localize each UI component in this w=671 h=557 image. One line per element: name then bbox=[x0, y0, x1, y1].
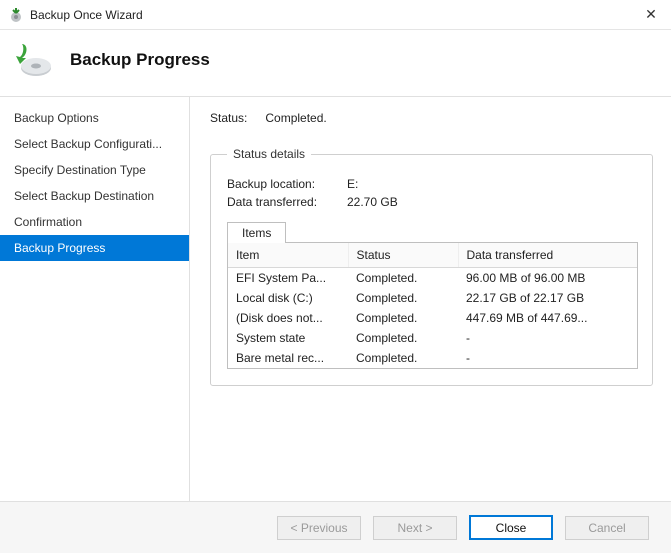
table-row[interactable]: Local disk (C:) Completed. 22.17 GB of 2… bbox=[228, 288, 637, 308]
nav-backup-progress[interactable]: Backup Progress bbox=[0, 235, 189, 261]
cell-status: Completed. bbox=[348, 308, 458, 328]
data-transferred-value: 22.70 GB bbox=[347, 195, 398, 209]
close-button[interactable]: Close bbox=[469, 515, 553, 540]
window-title: Backup Once Wizard bbox=[30, 8, 637, 22]
backup-location-value: E: bbox=[347, 177, 358, 191]
backup-location-label: Backup location: bbox=[227, 177, 337, 191]
wizard-nav: Backup Options Select Backup Configurati… bbox=[0, 97, 190, 501]
wizard-main: Status: Completed. Status details Backup… bbox=[190, 97, 671, 501]
cell-status: Completed. bbox=[348, 328, 458, 348]
cell-xfer: 96.00 MB of 96.00 MB bbox=[458, 268, 637, 289]
data-transferred-label: Data transferred: bbox=[227, 195, 337, 209]
items-table-wrap: Item Status Data transferred EFI System … bbox=[227, 242, 638, 369]
nav-specify-destination-type[interactable]: Specify Destination Type bbox=[0, 157, 189, 183]
cell-status: Completed. bbox=[348, 288, 458, 308]
previous-button: < Previous bbox=[277, 516, 361, 540]
page-title: Backup Progress bbox=[70, 50, 210, 70]
cell-item: EFI System Pa... bbox=[228, 268, 348, 289]
wizard-footer: < Previous Next > Close Cancel bbox=[0, 501, 671, 553]
close-icon[interactable]: ✕ bbox=[637, 4, 665, 25]
nav-backup-options[interactable]: Backup Options bbox=[0, 105, 189, 131]
tab-items[interactable]: Items bbox=[227, 222, 286, 243]
table-row[interactable]: EFI System Pa... Completed. 96.00 MB of … bbox=[228, 268, 637, 289]
next-button: Next > bbox=[373, 516, 457, 540]
wizard-body: Backup Options Select Backup Configurati… bbox=[0, 96, 671, 501]
cell-xfer: - bbox=[458, 328, 637, 348]
cell-xfer: 447.69 MB of 447.69... bbox=[458, 308, 637, 328]
status-value: Completed. bbox=[265, 111, 326, 125]
status-line: Status: Completed. bbox=[210, 111, 653, 125]
backup-icon bbox=[14, 40, 54, 80]
table-row[interactable]: (Disk does not... Completed. 447.69 MB o… bbox=[228, 308, 637, 328]
status-details-group: Status details Backup location: E: Data … bbox=[210, 147, 653, 386]
cell-xfer: - bbox=[458, 348, 637, 368]
table-row[interactable]: System state Completed. - bbox=[228, 328, 637, 348]
nav-select-backup-config[interactable]: Select Backup Configurati... bbox=[0, 131, 189, 157]
cell-item: System state bbox=[228, 328, 348, 348]
col-item[interactable]: Item bbox=[228, 243, 348, 268]
table-row[interactable]: Bare metal rec... Completed. - bbox=[228, 348, 637, 368]
col-data-transferred[interactable]: Data transferred bbox=[458, 243, 637, 268]
cell-item: Local disk (C:) bbox=[228, 288, 348, 308]
col-status[interactable]: Status bbox=[348, 243, 458, 268]
cell-status: Completed. bbox=[348, 268, 458, 289]
app-icon bbox=[8, 7, 24, 23]
cancel-button: Cancel bbox=[565, 516, 649, 540]
cell-status: Completed. bbox=[348, 348, 458, 368]
status-details-legend: Status details bbox=[227, 147, 311, 161]
nav-confirmation[interactable]: Confirmation bbox=[0, 209, 189, 235]
status-label: Status: bbox=[210, 111, 247, 125]
cell-xfer: 22.17 GB of 22.17 GB bbox=[458, 288, 637, 308]
items-table: Item Status Data transferred EFI System … bbox=[228, 243, 637, 368]
cell-item: (Disk does not... bbox=[228, 308, 348, 328]
wizard-header: Backup Progress bbox=[0, 30, 671, 96]
cell-item: Bare metal rec... bbox=[228, 348, 348, 368]
table-header-row: Item Status Data transferred bbox=[228, 243, 637, 268]
titlebar: Backup Once Wizard ✕ bbox=[0, 0, 671, 30]
nav-select-backup-destination[interactable]: Select Backup Destination bbox=[0, 183, 189, 209]
